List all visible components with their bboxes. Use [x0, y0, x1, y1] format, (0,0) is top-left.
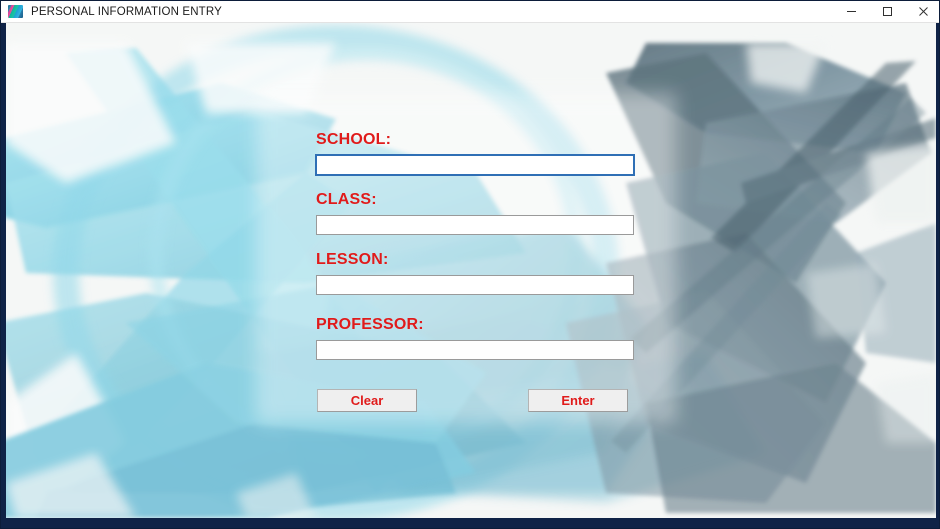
- class-label: CLASS:: [316, 191, 377, 208]
- lesson-input[interactable]: [316, 275, 634, 295]
- minimize-icon: [846, 11, 856, 12]
- professor-input[interactable]: [316, 340, 634, 360]
- window-title: PERSONAL INFORMATION ENTRY: [31, 5, 222, 18]
- minimize-button[interactable]: [833, 1, 869, 23]
- window-controls: [833, 1, 939, 23]
- client-area: SCHOOL: CLASS: LESSON: PROFESSOR: Clear …: [6, 23, 936, 518]
- close-icon: [918, 7, 928, 16]
- entry-form: SCHOOL: CLASS: LESSON: PROFESSOR: Clear …: [6, 23, 936, 518]
- maximize-button[interactable]: [869, 1, 905, 23]
- title-bar: PERSONAL INFORMATION ENTRY: [1, 1, 939, 23]
- class-input[interactable]: [316, 215, 634, 235]
- lesson-label: LESSON:: [316, 251, 389, 268]
- application-window: PERSONAL INFORMATION ENTRY SCHOOL: CLASS…: [0, 0, 940, 529]
- clear-button[interactable]: Clear: [317, 389, 417, 412]
- school-label: SCHOOL:: [316, 131, 392, 148]
- professor-label: PROFESSOR:: [316, 316, 424, 333]
- enter-button[interactable]: Enter: [528, 389, 628, 412]
- app-logo-icon: [8, 5, 23, 18]
- school-input[interactable]: [316, 155, 634, 175]
- close-button[interactable]: [905, 1, 939, 23]
- maximize-icon: [882, 7, 892, 16]
